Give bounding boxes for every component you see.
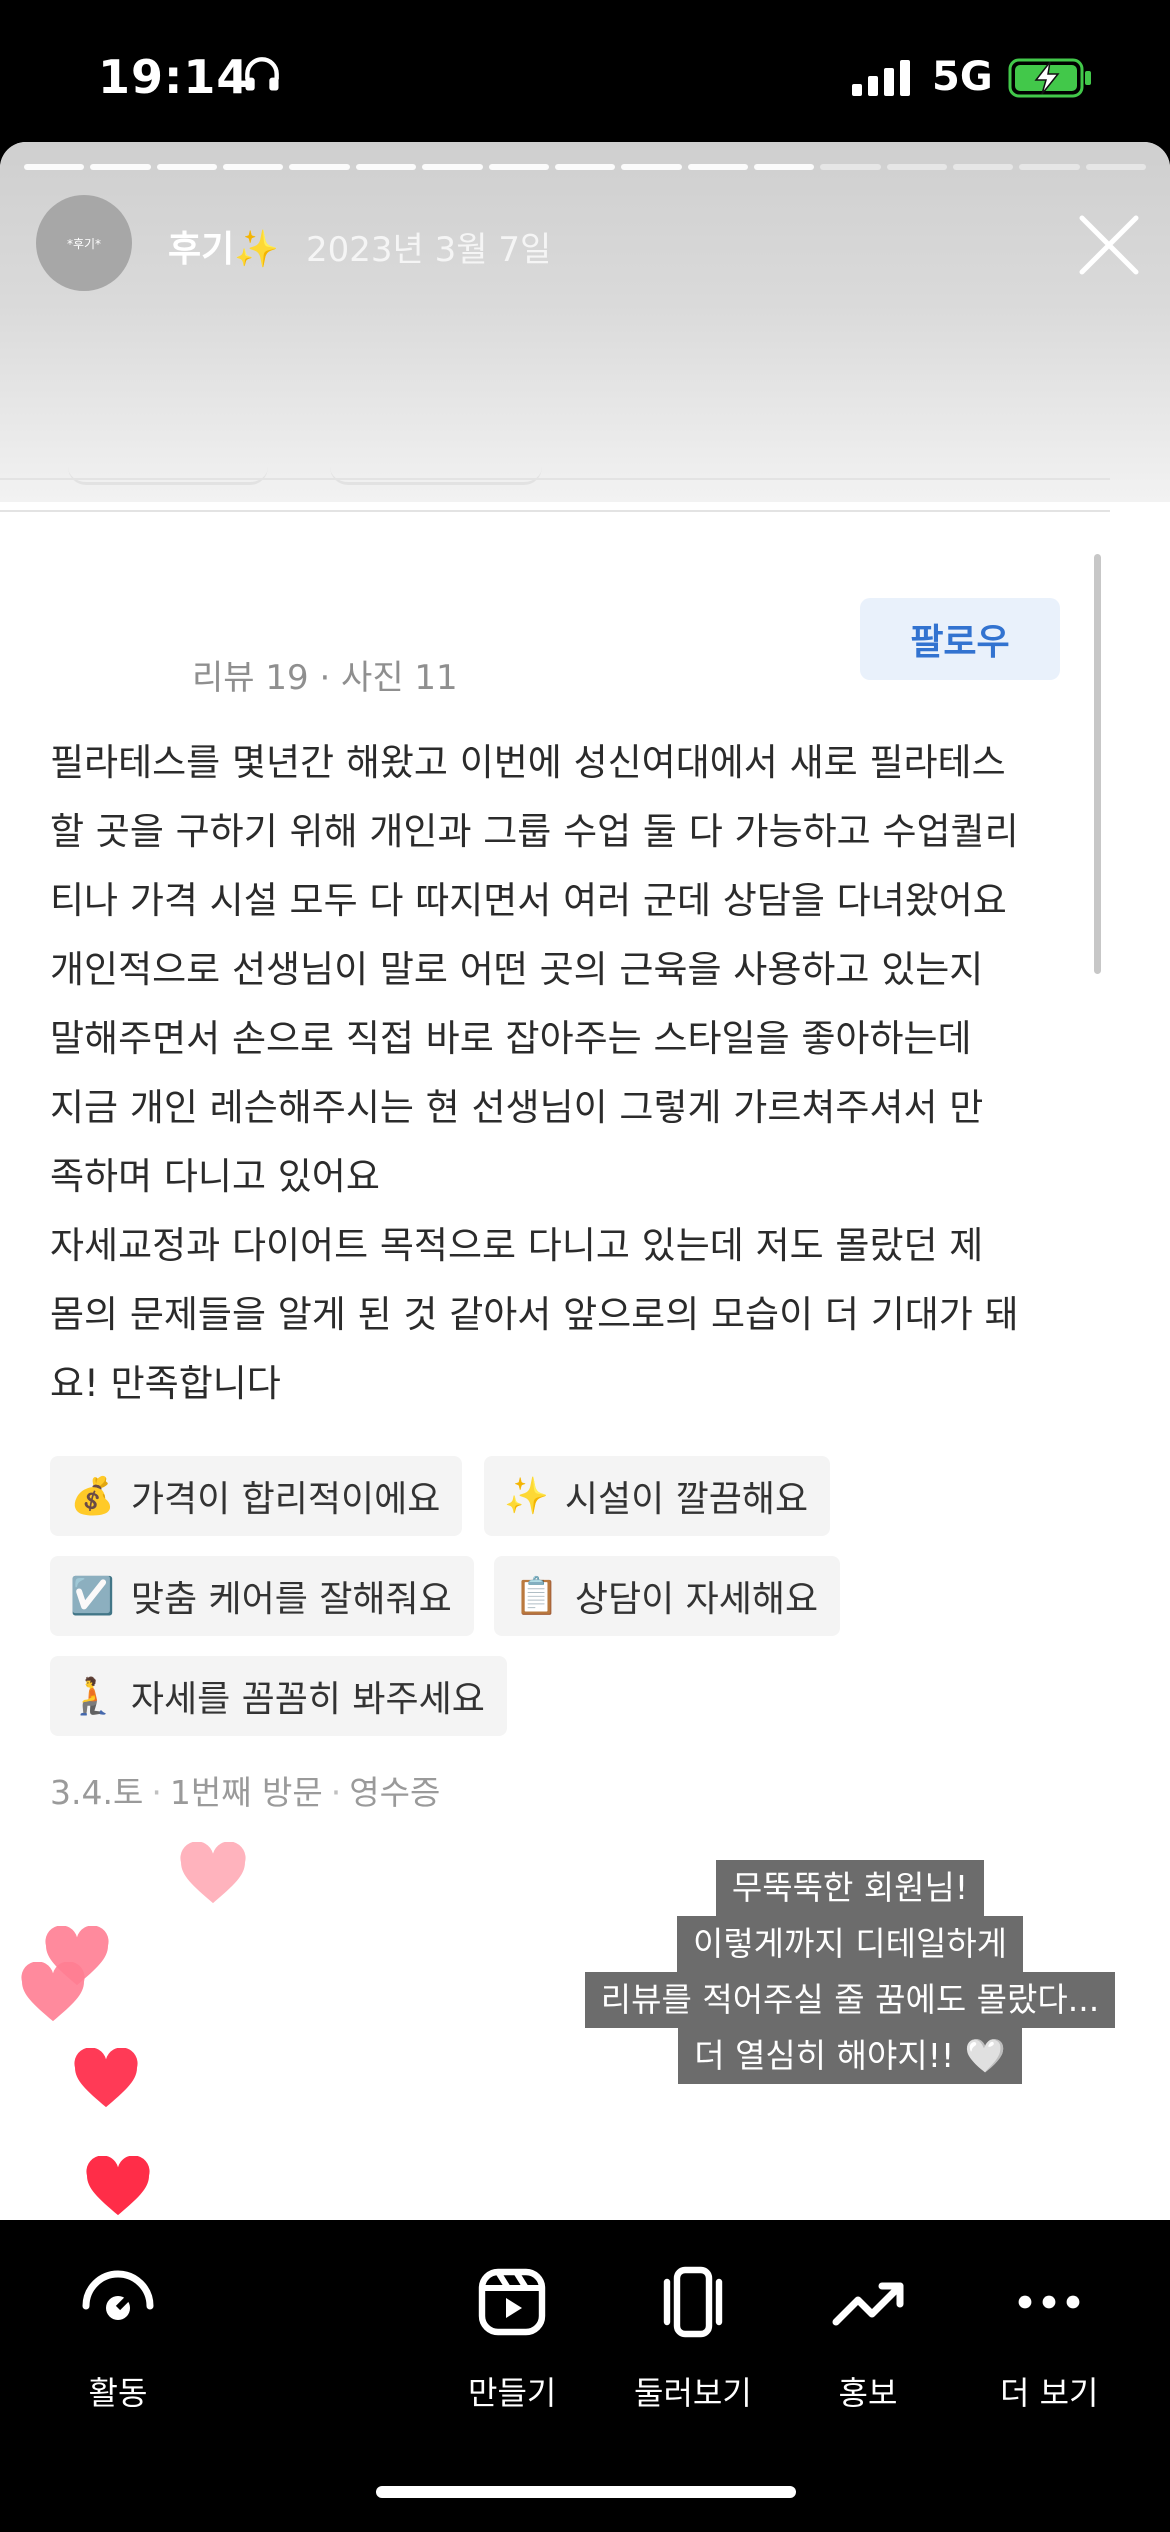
visit-count: 1번째 방문: [169, 1773, 323, 1812]
clipboard-icon: 📋: [514, 1576, 559, 1617]
keyword-tag-facility: ✨ 시설이 깔끔해요: [484, 1456, 831, 1536]
home-indicator[interactable]: [376, 2486, 796, 2498]
battery-charging-icon: [1008, 58, 1091, 98]
kneeling-person-icon: 🧎: [70, 1676, 115, 1717]
heart-icon: [21, 1962, 85, 2022]
scrollbar[interactable]: [1094, 554, 1101, 974]
browse-label: 둘러보기: [634, 2374, 752, 2412]
status-time: 19:14: [98, 50, 250, 104]
more-button[interactable]: 더 보기: [1000, 2262, 1099, 2414]
review-text: 필라테스를 몇년간 해왔고 이번에 성신여대에서 새로 필라테스 할 곳을 구하…: [50, 728, 1090, 1418]
separator-dot: ·: [151, 1773, 162, 1812]
story-date: 2023년 3월 7일: [306, 230, 552, 270]
tag-label: 시설이 깔끔해요: [564, 1479, 809, 1520]
progress-segment: [1019, 164, 1080, 170]
keyword-tag-care: ☑️ 맞춤 케어를 잘해줘요: [50, 1556, 474, 1636]
review-line: 할 곳을 구하기 위해 개인과 그룹 수업 둘 다 가능하고 수업퀄리: [50, 810, 1019, 853]
caption-line: 이렇게까지 디테일하게: [676, 1916, 1024, 1972]
caption-line: 무뚝뚝한 회원님!: [715, 1860, 985, 1916]
review-line: 족하며 다니고 있어요: [50, 1155, 380, 1198]
progress-segment: [289, 164, 350, 170]
visit-info: 3.4.토 · 1번째 방문 · 영수증: [50, 1766, 440, 1814]
status-bar: 19:14 5G: [0, 0, 1170, 140]
keyword-tag-consult: 📋 상담이 자세해요: [494, 1556, 841, 1636]
progress-segment: [422, 164, 483, 170]
progress-segment: [24, 164, 85, 170]
review-meta: 리뷰 19 · 사진 11: [192, 658, 458, 698]
close-icon[interactable]: [1076, 212, 1142, 278]
activity-icon: [82, 2270, 154, 2320]
visit-date: 3.4.토: [50, 1773, 144, 1812]
review-line: 지금 개인 레슨해주시는 현 선생님이 그렇게 가르쳐주셔서 만: [50, 1086, 984, 1129]
reels-icon: [478, 2268, 546, 2336]
avatar[interactable]: *후기*: [36, 195, 132, 291]
sparkles-icon: ✨: [504, 1476, 549, 1517]
progress-segment: [488, 164, 549, 170]
follow-label: 팔로우: [910, 622, 1010, 663]
divider: [0, 478, 1110, 480]
tag-label: 맞춤 케어를 잘해줘요: [130, 1579, 452, 1620]
more-icon: [1018, 2295, 1080, 2309]
headphones-icon: [245, 57, 279, 91]
follow-button[interactable]: 팔로우: [860, 598, 1060, 680]
network-label: 5G: [932, 54, 993, 100]
progress-segment: [886, 164, 948, 170]
tag-label: 자세를 꼼꼼히 봐주세요: [130, 1679, 485, 1720]
review-line: 개인적으로 선생님이 말로 어떤 곳의 근육을 사용하고 있는지: [50, 948, 984, 991]
heart-icon: [180, 1842, 246, 1904]
money-bag-icon: 💰: [70, 1476, 115, 1517]
progress-segment: [621, 164, 682, 170]
signal-icon: [852, 60, 910, 96]
story-progress-bar: [24, 164, 1147, 170]
progress-segment: [355, 164, 417, 170]
story-username[interactable]: 후기✨: [168, 220, 279, 272]
progress-segment: [687, 164, 748, 170]
separator-dot: ·: [330, 1773, 342, 1812]
keyword-tag-price: 💰 가격이 합리적이에요: [50, 1456, 463, 1536]
progress-segment: [223, 164, 284, 170]
review-line: 요! 만족합니다: [50, 1362, 281, 1405]
review-line: 티나 가격 시설 모두 다 따지면서 여러 군데 상담을 다녀왔어요: [50, 879, 1007, 922]
checkbox-icon: ☑️: [70, 1576, 115, 1617]
progress-segment: [1085, 164, 1147, 170]
divider: [0, 510, 1110, 512]
create-button[interactable]: 만들기: [468, 2262, 556, 2414]
progress-segment: [90, 164, 151, 170]
progress-segment: [554, 164, 616, 170]
browse-button[interactable]: 둘러보기: [634, 2262, 752, 2414]
review-line: 말해주면서 손으로 직접 바로 잡아주는 스타일을 좋아하는데: [50, 1017, 972, 1060]
progress-segment: [820, 164, 881, 170]
heart-icon: [74, 2048, 138, 2108]
caption-line: 리뷰를 적어주실 줄 꿈에도 몰랐다...: [584, 1972, 1116, 2028]
progress-segment: [953, 164, 1014, 170]
browse-icon: [663, 2266, 723, 2338]
heart-icon: [86, 2156, 150, 2216]
progress-segment: [753, 164, 815, 170]
story-caption: 무뚝뚝한 회원님! 이렇게까지 디테일하게 리뷰를 적어주실 줄 꿈에도 몰랐다…: [580, 1860, 1120, 2084]
trending-up-icon: [832, 2282, 904, 2326]
tag-label: 가격이 합리적이에요: [130, 1479, 441, 1520]
progress-segment: [156, 164, 218, 170]
receipt-label: 영수증: [349, 1773, 441, 1812]
more-label: 더 보기: [1000, 2374, 1099, 2412]
activity-label: 활동: [88, 2374, 148, 2412]
promote-button[interactable]: 홍보: [828, 2262, 908, 2414]
caption-line: 더 열심히 해야지!! 🤍: [678, 2028, 1022, 2084]
promote-label: 홍보: [838, 2374, 898, 2412]
avatar-text: *후기*: [66, 236, 102, 251]
activity-button[interactable]: 활동: [78, 2262, 158, 2414]
review-line: 자세교정과 다이어트 목적으로 다니고 있는데 저도 몰랐던 제: [50, 1224, 984, 1267]
review-line: 몸의 문제들을 알게 된 것 같아서 앞으로의 모습이 더 기대가 돼: [50, 1293, 1019, 1336]
story-viewer[interactable]: *후기* 후기✨ 2023년 3월 7일 리뷰 19 · 사진 11 팔로우 필…: [0, 142, 1170, 2220]
tag-label: 상담이 자세해요: [574, 1579, 819, 1620]
review-line: 필라테스를 몇년간 해왔고 이번에 성신여대에서 새로 필라테스: [50, 741, 1006, 784]
keyword-tag-posture: 🧎 자세를 꼼꼼히 봐주세요: [50, 1656, 507, 1736]
create-label: 만들기: [468, 2374, 557, 2412]
